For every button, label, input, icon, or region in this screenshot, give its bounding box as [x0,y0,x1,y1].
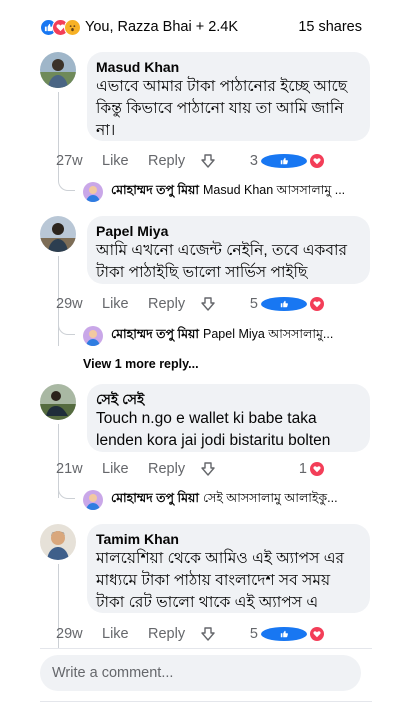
avatar[interactable] [40,384,76,420]
share-icon[interactable] [200,626,230,642]
reactions-summary[interactable]: You, Razza Bhai + 2.4K [40,18,239,36]
wow-reaction-icon [64,18,81,36]
comment-actions: 29w Like Reply 5 [56,624,324,644]
comment-author[interactable]: সেই সেই [96,391,358,408]
reply-avatar [83,490,103,510]
reaction-count-number: 3 [249,153,258,169]
reply-preview[interactable]: মোহাম্মদ তপু মিয়া Masud Khan আসসালামু .… [83,181,365,203]
comment-bubble: Papel Miya আমি এখনো এজেন্ট নেইনি, তবে এক… [87,216,370,284]
love-reaction-icon [310,462,324,476]
comment-text: Touch n.go e wallet ki babe taka lenden … [96,410,331,449]
reaction-count[interactable]: 5 [250,626,324,642]
comment-author[interactable]: Tamim Khan [96,531,358,548]
reply-avatar [83,182,103,202]
love-reaction-icon [310,297,324,311]
comment-author[interactable]: Masud Khan [96,59,358,76]
reply-text: Masud Khan আসসালামু ... [203,183,346,197]
avatar[interactable] [40,524,76,560]
reply-button[interactable]: Reply [148,626,200,642]
like-button[interactable]: Like [102,461,148,477]
reply-button[interactable]: Reply [148,461,200,477]
reply-author: মোহাম্মদ তপু মিয়া [111,327,199,341]
like-button[interactable]: Like [102,626,148,642]
reply-button[interactable]: Reply [148,296,200,312]
reaction-count-number: 1 [298,461,307,477]
avatar[interactable] [40,52,76,88]
post-stats-bar: You, Razza Bhai + 2.4K 15 shares [40,16,362,38]
love-reaction-icon [310,627,324,641]
comment-time[interactable]: 29w [56,296,102,312]
avatar[interactable] [40,216,76,252]
reply-text: Papel Miya আসসালামু... [203,327,334,341]
reply-button[interactable]: Reply [148,153,200,169]
like-reaction-icon [261,297,307,311]
comment-time[interactable]: 21w [56,461,102,477]
composer-divider [40,648,372,649]
comment-input[interactable]: Write a comment... [40,655,361,691]
comment-actions: 27w Like Reply 3 [56,151,324,171]
share-icon[interactable] [200,461,230,477]
reply-text: সেই আসসালামু আলাইকু... [203,491,338,505]
comment-text: এভাবে আমার টাকা পাঠানোর ইচ্ছে আছে কিন্তু… [96,78,348,139]
comment-time[interactable]: 27w [56,153,102,169]
shares-count[interactable]: 15 shares [298,19,362,35]
comment-text: মালয়েশিয়া থেকে আমিও এই অ্যাপস এর মাধ্য… [96,550,345,611]
reply-preview[interactable]: মোহাম্মদ তপু মিয়া Papel Miya আসসালামু..… [83,325,365,347]
comment-bubble: Masud Khan এভাবে আমার টাকা পাঠানোর ইচ্ছে… [87,52,370,141]
share-icon[interactable] [200,296,230,312]
like-button[interactable]: Like [102,296,148,312]
reaction-count-number: 5 [249,296,258,312]
comment-bubble: Tamim Khan মালয়েশিয়া থেকে আমিও এই অ্যা… [87,524,370,613]
comment-author[interactable]: Papel Miya [96,223,358,240]
share-icon[interactable] [200,153,230,169]
comment-time[interactable]: 29w [56,626,102,642]
reaction-count[interactable]: 3 [250,153,324,169]
reply-author: মোহাম্মদ তপু মিয়া [111,183,199,197]
reaction-count[interactable]: 1 [299,461,324,477]
love-reaction-icon [310,154,324,168]
reply-author: মোহাম্মদ তপু মিয়া [111,491,199,505]
like-reaction-icon [261,154,307,168]
comment-actions: 21w Like Reply 1 [56,459,324,479]
comment-input-placeholder: Write a comment... [52,665,174,681]
view-more-replies[interactable]: View 1 more reply... [83,357,199,371]
reaction-count-number: 5 [249,626,258,642]
reaction-count[interactable]: 5 [250,296,324,312]
comment-bubble: সেই সেই Touch n.go e wallet ki babe taka… [87,384,370,452]
reply-preview[interactable]: মোহাম্মদ তপু মিয়া সেই আসসালামু আলাইকু..… [83,489,365,511]
reply-connector [58,488,75,499]
like-button[interactable]: Like [102,153,148,169]
bottom-divider [40,701,372,702]
reply-connector [58,180,75,191]
like-reaction-icon [261,627,307,641]
comment-text: আমি এখনো এজেন্ট নেইনি, তবে একবার টাকা পা… [96,242,348,281]
reply-avatar [83,326,103,346]
comment-actions: 29w Like Reply 5 [56,294,324,314]
reply-connector [58,324,75,335]
reactions-text: You, Razza Bhai + 2.4K [85,19,239,35]
